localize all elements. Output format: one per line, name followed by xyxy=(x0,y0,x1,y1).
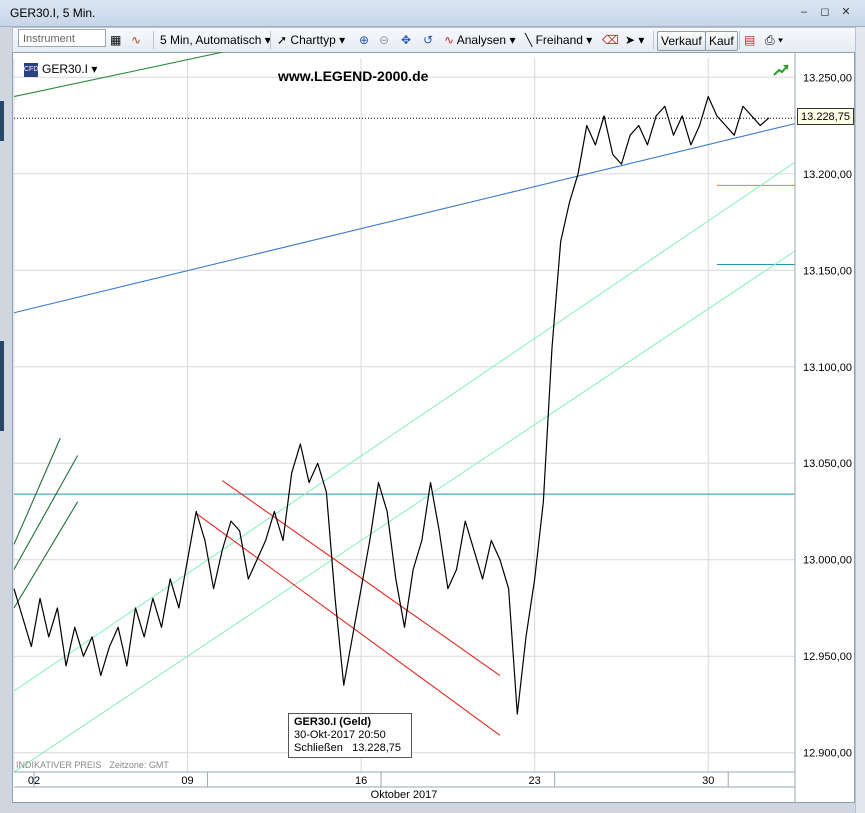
tooltip-close-label: Schließen xyxy=(294,742,343,754)
chevron-down-icon: ▾ xyxy=(509,33,516,47)
price-series-line xyxy=(13,95,770,715)
zoom-out-icon[interactable]: ⊖ xyxy=(379,31,389,49)
right-scrollbar[interactable] xyxy=(855,27,865,813)
x-axis-label: Oktober 2017 xyxy=(371,789,438,801)
instrument-selector[interactable]: CFD GER30.I ▾ xyxy=(24,62,97,78)
timezone-label: Zeitzone: GMT xyxy=(109,760,169,770)
chevron-down-icon: ▾ xyxy=(91,62,98,76)
freihand-label: Freihand xyxy=(535,33,583,47)
x-tick-label: 16 xyxy=(355,775,367,787)
verkauf-button[interactable]: Verkauf xyxy=(657,31,706,51)
title-bar: GER30.I, 5 Min. – ◻ ✕ xyxy=(0,0,865,27)
y-tick-label: 13.050,00 xyxy=(803,458,852,470)
charttype-label: Charttyp xyxy=(290,33,336,47)
x-tick-label: 09 xyxy=(181,775,193,787)
indicator-icon[interactable]: ∿ xyxy=(131,31,141,49)
interval-label: 5 Min, xyxy=(160,33,193,47)
analysen-button[interactable]: ∿ Analysen ▾ xyxy=(444,31,515,49)
price-chart[interactable]: 12.900,00 12.950,00 13.000,00 13.050,00 13.1… xyxy=(12,52,855,803)
panel-marker xyxy=(0,101,4,141)
minimize-icon[interactable]: – xyxy=(794,3,814,21)
instrument-list-icon[interactable]: ▦ xyxy=(110,31,121,49)
y-tick-label: 13.100,00 xyxy=(803,362,852,374)
y-tick-label: 13.150,00 xyxy=(803,265,852,277)
trend-line xyxy=(195,512,501,736)
x-tick-label: 23 xyxy=(529,775,541,787)
y-tick-label: 13.000,00 xyxy=(803,555,852,567)
cfd-icon: CFD xyxy=(24,62,38,77)
analysis-icon: ∿ xyxy=(444,33,455,47)
toolbar-separator xyxy=(153,31,154,49)
pointer-button[interactable]: ➤ ▾ xyxy=(625,31,644,49)
charttype-button[interactable]: ➚ Charttyp ▾ xyxy=(277,31,345,49)
chevron-down-icon: ▾ xyxy=(339,33,346,47)
instrument-input[interactable]: Instrument xyxy=(18,29,106,47)
tooltip-date: 30-Okt-2017 20:50 xyxy=(294,729,386,741)
trend-line xyxy=(13,501,79,609)
zoom-in-icon[interactable]: ⊕ xyxy=(359,31,369,49)
analysen-label: Analysen xyxy=(456,33,507,47)
cursor-icon: ➤ xyxy=(625,33,636,47)
eraser-icon[interactable]: ⌫ xyxy=(602,31,619,49)
panel-marker xyxy=(0,341,4,431)
draw-line-icon: ╲ xyxy=(525,33,533,47)
chevron-down-icon: ▾ xyxy=(777,33,783,47)
maximize-icon[interactable]: ◻ xyxy=(815,3,835,21)
left-panel-edge xyxy=(0,51,12,813)
mode-label: Automatisch xyxy=(195,33,262,47)
toolbar-separator xyxy=(739,31,740,49)
window-title: GER30.I, 5 Min. xyxy=(10,6,96,20)
toolbar-separator xyxy=(270,31,271,49)
x-tick-label: 30 xyxy=(702,775,714,787)
trend-up-icon xyxy=(773,64,789,76)
interval-select[interactable]: 5 Min, Automatisch ▾ xyxy=(160,31,271,49)
tooltip-title: GER30.I (Geld) xyxy=(294,716,372,728)
close-icon[interactable]: ✕ xyxy=(836,3,856,21)
crosshair-tooltip: GER30.I (Geld) 30-Okt-2017 20:50 Schließ… xyxy=(288,713,412,758)
price-type-label: INDIKATIVER PREIS xyxy=(16,760,102,770)
chevron-down-icon: ▾ xyxy=(638,33,645,47)
chevron-down-icon: ▾ xyxy=(586,33,593,47)
chart-settings-icon[interactable]: ▤ xyxy=(744,31,755,49)
trend-line xyxy=(13,161,796,692)
watermark: www.LEGEND-2000.de xyxy=(278,68,429,84)
trend-line xyxy=(13,123,796,314)
x-tick-label: 02 xyxy=(28,775,40,787)
instrument-name: GER30.I xyxy=(42,62,89,76)
tooltip-close-value: 13.228,75 xyxy=(352,742,402,754)
move-icon[interactable]: ✥ xyxy=(401,31,411,49)
chart-footer: INDIKATIVER PREIS Zeitzone: GMT xyxy=(16,760,169,770)
trend-line xyxy=(13,250,796,773)
reset-icon[interactable]: ↺ xyxy=(423,31,433,49)
freihand-button[interactable]: ╲ Freihand ▾ xyxy=(525,31,592,49)
toolbar-separator xyxy=(653,31,654,49)
print-button[interactable]: ⎙ ▾ xyxy=(765,31,783,49)
y-tick-label: 13.200,00 xyxy=(803,169,852,181)
print-icon: ⎙ xyxy=(765,33,775,47)
kauf-button[interactable]: Kauf xyxy=(705,31,738,51)
chart-toolbar: Instrument ▦ ∿ 5 Min, Automatisch ▾ ➚ Ch… xyxy=(12,27,856,53)
y-tick-label: 12.950,00 xyxy=(803,651,852,663)
y-tick-label: 12.900,00 xyxy=(803,748,852,760)
last-price-label: 13.228,75 xyxy=(797,108,854,125)
y-tick-label: 13.250,00 xyxy=(803,72,852,84)
line-chart-icon: ➚ xyxy=(277,33,288,47)
